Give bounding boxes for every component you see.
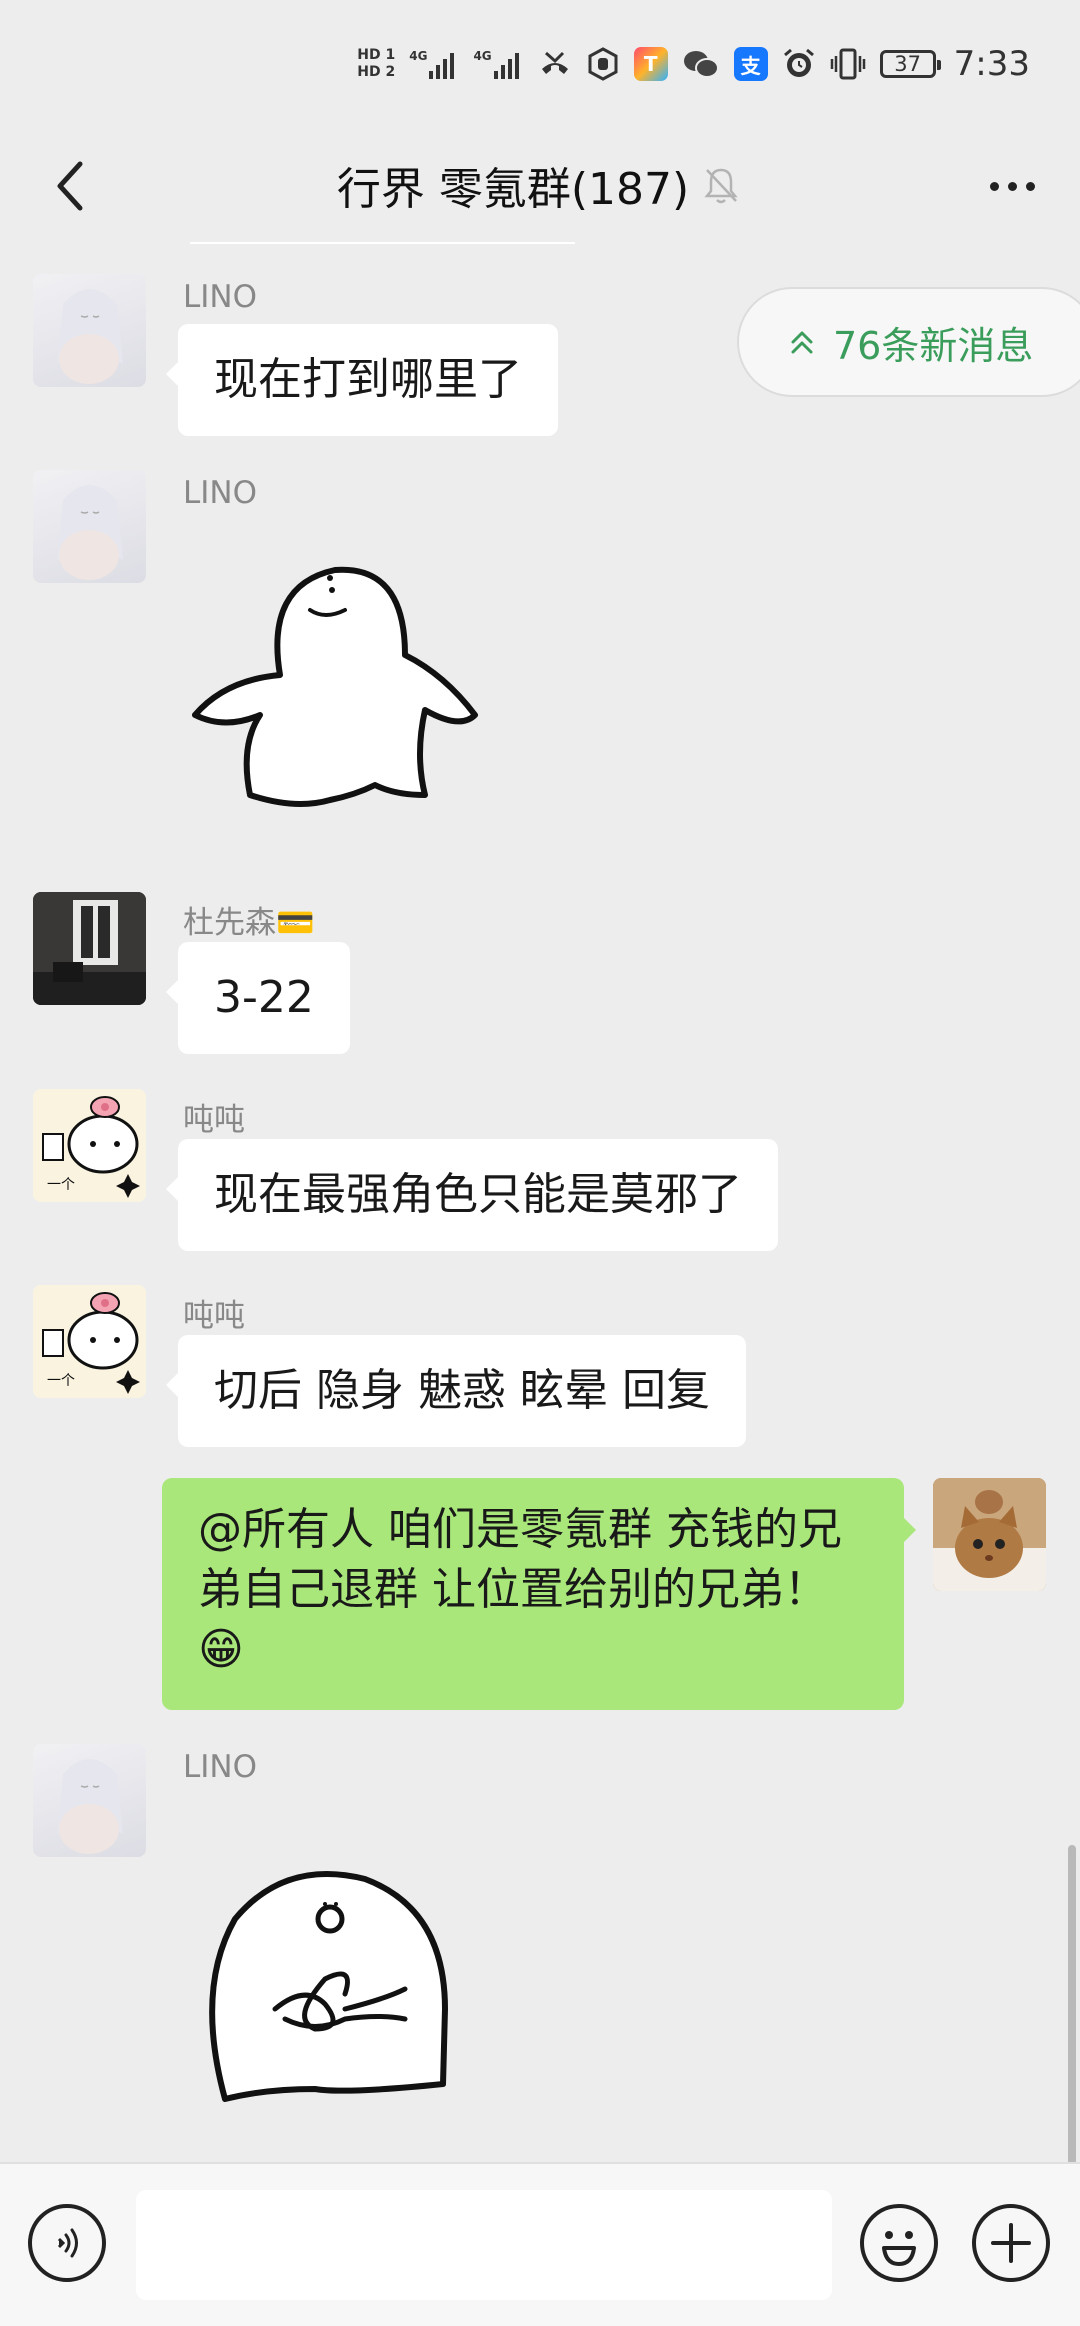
svg-text:一个: 一个 (47, 1177, 75, 1193)
sender-name: 吨吨 (183, 1102, 245, 1138)
sender-name: 杜先森💳 (183, 905, 315, 941)
avatar[interactable] (33, 470, 146, 583)
message-bubble[interactable]: 现在打到哪里了 (166, 324, 558, 436)
message-bubble[interactable]: 现在最强角色只能是莫邪了 (166, 1139, 778, 1251)
bell-off-icon (699, 163, 743, 207)
plus-icon (991, 2223, 1031, 2263)
new-messages-button[interactable]: 76条新消息 (737, 287, 1080, 397)
avatar[interactable]: 一个 (33, 1285, 146, 1398)
hd-icon: HD 1 HD 2 (357, 47, 396, 80)
avatar[interactable] (33, 892, 146, 1005)
more-dots-icon (989, 181, 999, 191)
svg-text:一个: 一个 (47, 1373, 75, 1389)
clock: 7:33 (953, 44, 1030, 84)
battery-icon: 37 (879, 50, 941, 78)
chat-title: 行界 零氪群(187) (336, 164, 690, 215)
more-dots-icon (1007, 181, 1017, 191)
avatar[interactable] (933, 1478, 1046, 1591)
new-messages-label: 76条新消息 (833, 323, 1034, 368)
vibrate-icon (830, 48, 865, 80)
voice-button[interactable] (28, 2204, 106, 2282)
sender-name: LINO (183, 279, 258, 315)
plus-button[interactable] (972, 2204, 1050, 2282)
avatar[interactable] (33, 1744, 146, 1857)
message-bubble[interactable]: @所有人 咱们是零氪群 充钱的兄弟自己退群 让位置给别的兄弟！😁 (162, 1478, 916, 1710)
scrollbar[interactable] (1068, 1845, 1076, 2165)
white-ghost-sticker[interactable] (185, 545, 505, 825)
app-icon: T (633, 47, 668, 81)
wechat-icon (683, 51, 719, 78)
signal-icon: 4G (409, 49, 459, 79)
avatar[interactable] (33, 274, 146, 387)
avatar[interactable]: 一个 (33, 1089, 146, 1202)
emoji-icon (882, 2231, 916, 2266)
status-bar: HD 1 HD 2 4G 4G T 支 37 7:33 (0, 0, 1080, 130)
divider (190, 242, 575, 244)
more-button[interactable] (972, 146, 1052, 226)
sender-name: LINO (183, 475, 258, 511)
emoji-button[interactable] (860, 2204, 938, 2282)
sender-name: 吨吨 (183, 1298, 245, 1334)
signal-icon: 4G (473, 49, 523, 79)
message-bubble[interactable]: 切后 隐身 魅惑 眩晕 回复 (166, 1335, 746, 1447)
hand-icon (588, 47, 618, 81)
voice-icon (57, 2228, 78, 2258)
chat-header: 行界 零氪群(187) (0, 130, 1080, 242)
alipay-icon: 支 (733, 47, 768, 81)
message-input[interactable] (136, 2190, 832, 2300)
white-blob-sticker[interactable] (195, 1869, 455, 2109)
sender-name: LINO (183, 1749, 258, 1785)
message-bubble[interactable]: 3-22 (166, 942, 350, 1054)
double-chevron-up-icon (791, 331, 813, 354)
alarm-icon (783, 48, 814, 77)
missed-call-icon (541, 51, 568, 74)
input-bar (0, 2162, 1080, 2326)
message-list[interactable]: LINO 现在打到哪里了 76条新消息 LINO 杜先森💳 3-22 一个 吨吨… (0, 242, 1080, 2162)
more-dots-icon (1025, 181, 1035, 191)
